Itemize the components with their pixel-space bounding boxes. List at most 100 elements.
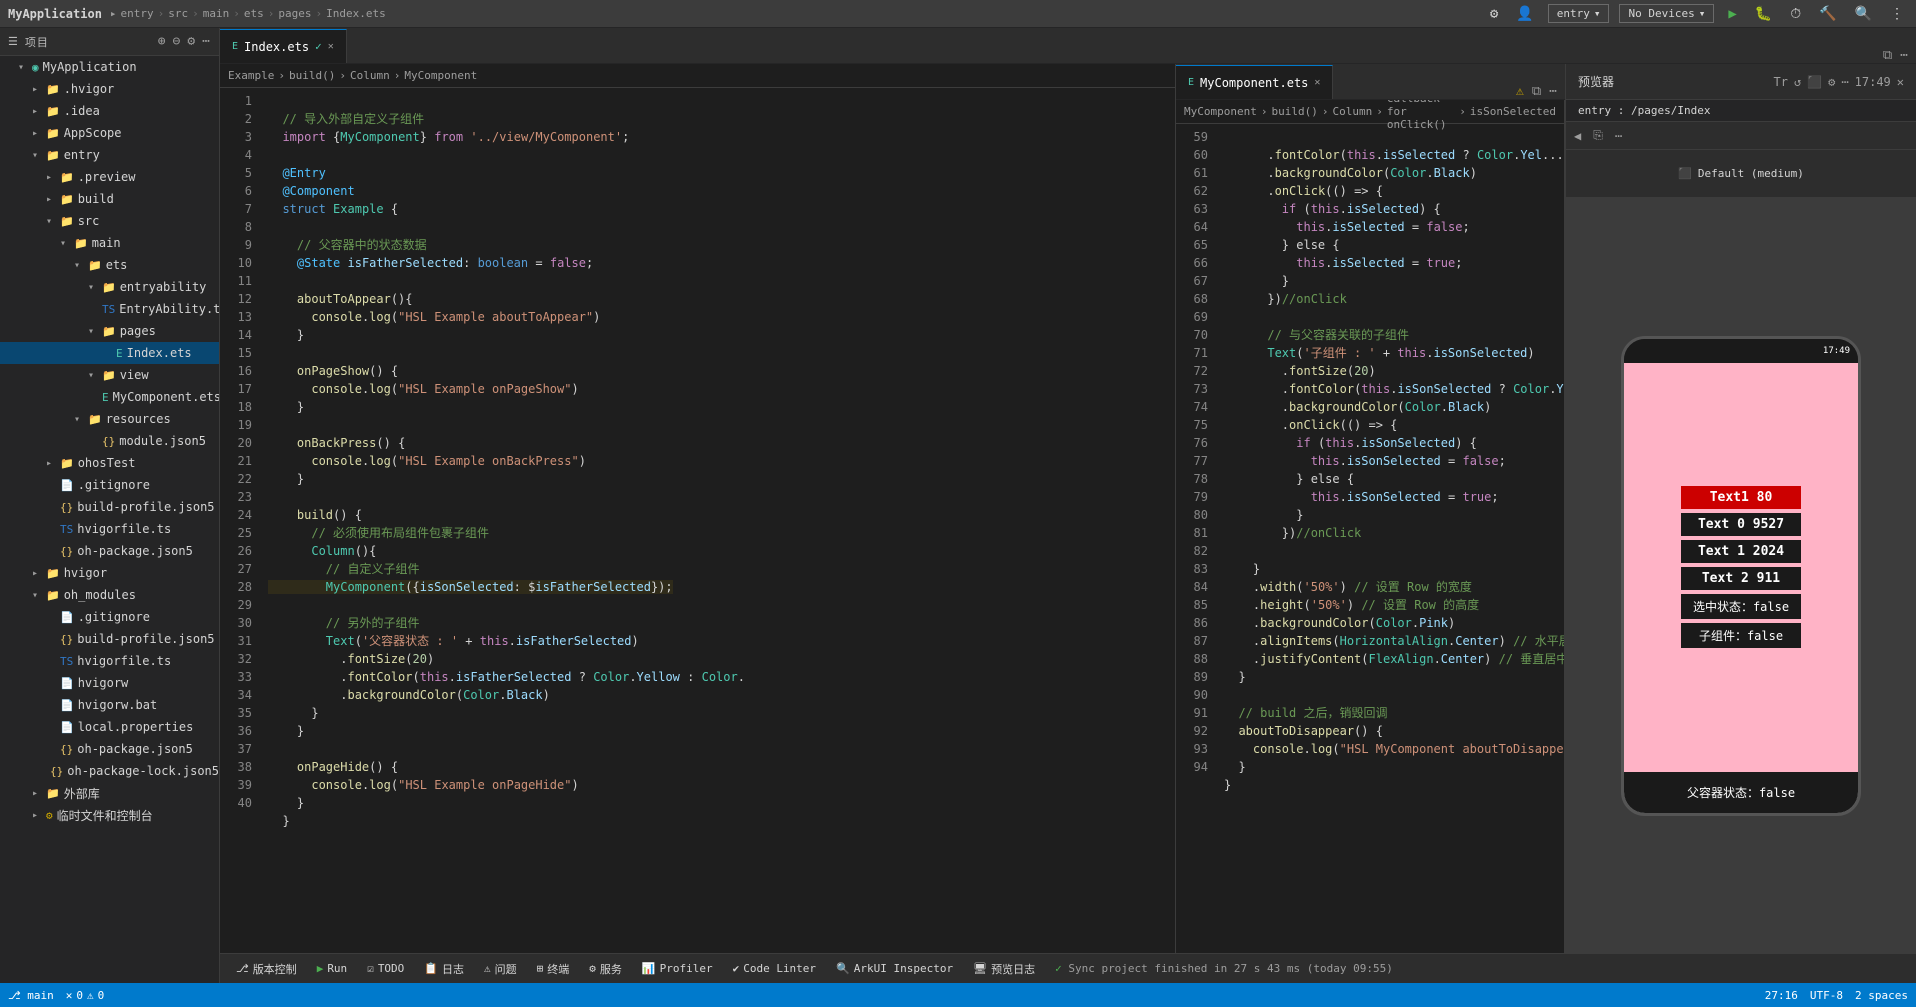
more-icon[interactable]: ⋮	[1886, 4, 1908, 24]
tab-label2: MyComponent.ets	[1200, 76, 1308, 90]
preview-settings-icon[interactable]: ⚙	[1828, 75, 1835, 89]
sidebar-item-hvigor-root[interactable]: ▸ 📁 hvigor	[0, 562, 219, 584]
tab-mycomponent-ets[interactable]: E MyComponent.ets ✕	[1176, 65, 1333, 99]
sidebar-item-temp-files[interactable]: ▸ ⚙ 临时文件和控制台	[0, 804, 219, 826]
version-control-btn[interactable]: ⎇ 版本控制	[228, 959, 305, 979]
entry-dropdown[interactable]: entry ▾	[1548, 4, 1610, 23]
sidebar-item-oh-modules[interactable]: ▾ 📁 oh_modules	[0, 584, 219, 606]
status-errors[interactable]: ✕ 0 ⚠ 0	[66, 989, 105, 1002]
sidebar-item-external-libs[interactable]: ▸ 📁 外部库	[0, 782, 219, 804]
sidebar-item-pages[interactable]: ▾ 📁 pages	[0, 320, 219, 342]
sidebar-header-icons: ⊕ ⊖ ⚙ ⋯	[158, 34, 211, 49]
prev-nav-icon[interactable]: ◀	[1574, 129, 1581, 143]
profile-icon[interactable]: ⏱	[1786, 4, 1805, 24]
sidebar-item-oh-package-lock[interactable]: {} oh-package-lock.json5	[0, 760, 219, 782]
sidebar-item-gitignore[interactable]: 📄 .gitignore	[0, 474, 219, 496]
code-lines-editor1[interactable]: // 导入外部自定义子组件 import {MyComponent} from …	[260, 88, 1175, 953]
search-icon[interactable]: 🔍	[1851, 4, 1876, 24]
tab-index-ets[interactable]: E Index.ets ✓ ✕	[220, 29, 347, 63]
tree-label: oh-package-lock.json5	[67, 764, 219, 778]
status-position[interactable]: 27:16	[1765, 989, 1798, 1002]
sidebar-item-entryability[interactable]: ▾ 📁 entryability	[0, 276, 219, 298]
status-git[interactable]: ⎇ main	[8, 989, 54, 1002]
debug-icon[interactable]: 🐛	[1751, 4, 1776, 24]
sidebar-item-build-profile[interactable]: {} build-profile.json5	[0, 496, 219, 518]
text2-block: Text 1 2024	[1681, 540, 1801, 563]
sidebar-item-root-hvigorfile[interactable]: TS hvigorfile.ts	[0, 650, 219, 672]
sidebar-item-ets[interactable]: ▾ 📁 ets	[0, 254, 219, 276]
sidebar-item-src[interactable]: ▾ 📁 src	[0, 210, 219, 232]
todo-icon: ☑	[367, 962, 374, 975]
preview-log-btn[interactable]: 🖥 预览日志	[965, 959, 1043, 979]
sidebar-item-oh-modules-gitignore[interactable]: 📄 .gitignore	[0, 606, 219, 628]
code-lines-editor2[interactable]: .fontColor(this.isSelected ? Color.Yel..…	[1216, 124, 1564, 953]
run-icon[interactable]: ▶	[1724, 4, 1740, 24]
preview-device-icon[interactable]: ⬛	[1807, 75, 1822, 89]
sidebar-item-entryability-ts[interactable]: TS EntryAbility.ts	[0, 298, 219, 320]
tab-close-icon2[interactable]: ✕	[1314, 77, 1320, 88]
sidebar-item-hvigor[interactable]: ▸ 📁 .hvigor	[0, 78, 219, 100]
sidebar-item-idea[interactable]: ▸ 📁 .idea	[0, 100, 219, 122]
split-icon[interactable]: ⧉	[1883, 48, 1892, 63]
sidebar-item-resources[interactable]: ▾ 📁 resources	[0, 408, 219, 430]
settings-icon[interactable]: ⚙	[1486, 4, 1502, 24]
log-btn[interactable]: 📋 日志	[416, 959, 472, 979]
device-name: Default (medium)	[1698, 167, 1804, 180]
run-btn[interactable]: ▶ Run	[309, 960, 356, 977]
sidebar-item-hvigorw[interactable]: 📄 hvigorw	[0, 672, 219, 694]
arkui-inspector-btn[interactable]: 🔍 ArkUI Inspector	[828, 960, 961, 977]
sidebar-settings-icon[interactable]: ⚙	[187, 34, 196, 49]
sidebar-item-build[interactable]: ▸ 📁 build	[0, 188, 219, 210]
preview-font-icon[interactable]: Tr	[1774, 75, 1788, 89]
sidebar-item-oh-package[interactable]: {} oh-package.json5	[0, 540, 219, 562]
sidebar-item-ohostest[interactable]: ▸ 📁 ohosTest	[0, 452, 219, 474]
preview-close-icon[interactable]: ✕	[1897, 75, 1904, 89]
tab-close-icon[interactable]: ✕	[328, 41, 334, 52]
file-icon: 📄	[60, 611, 74, 624]
status-encoding[interactable]: UTF-8	[1810, 989, 1843, 1002]
issues-btn[interactable]: ⚠ 问题	[476, 959, 525, 979]
more-nav-icon[interactable]: ⋯	[1615, 129, 1622, 143]
sidebar-item-appscope[interactable]: ▸ 📁 AppScope	[0, 122, 219, 144]
sidebar-collapse-icon[interactable]: ⊖	[173, 34, 182, 49]
preview-more-icon[interactable]: ⋯	[1841, 75, 1848, 89]
sidebar-item-hvigorw-bat[interactable]: 📄 hvigorw.bat	[0, 694, 219, 716]
sidebar: ☰ 项目 ⊕ ⊖ ⚙ ⋯ ▾ ◉ MyApplication ▸ 📁 .hvig…	[0, 28, 220, 983]
tree-label: hvigorfile.ts	[77, 654, 171, 668]
status-indent[interactable]: 2 spaces	[1855, 989, 1908, 1002]
profiler-btn[interactable]: 📊 Profiler	[634, 960, 721, 977]
sidebar-item-main[interactable]: ▾ 📁 main	[0, 232, 219, 254]
sidebar-item-module-json5[interactable]: {} module.json5	[0, 430, 219, 452]
sidebar-more-icon[interactable]: ⋯	[202, 34, 211, 49]
sidebar-item-entry[interactable]: ▾ 📁 entry	[0, 144, 219, 166]
tree-arrow: ▾	[88, 282, 102, 293]
build-icon[interactable]: 🔨	[1815, 4, 1840, 24]
more-tab-icon2[interactable]: ⋯	[1549, 84, 1557, 99]
result-btn[interactable]: ⊞ 终端	[529, 959, 578, 979]
code-content-editor2[interactable]: 5960616263 6465666768 6970717273 7475767…	[1176, 124, 1564, 953]
sidebar-item-index-ets[interactable]: E Index.ets	[0, 342, 219, 364]
sidebar-item-hvigorfile[interactable]: TS hvigorfile.ts	[0, 518, 219, 540]
code-content-editor1[interactable]: 12345 678910 1112131415 1617181920 21222…	[220, 88, 1175, 953]
sidebar-item-root-build-profile[interactable]: {} build-profile.json5	[0, 628, 219, 650]
sidebar-item-view[interactable]: ▾ 📁 view	[0, 364, 219, 386]
line-numbers-editor1: 12345 678910 1112131415 1617181920 21222…	[220, 88, 260, 953]
file-json-icon: {}	[102, 435, 115, 448]
more-tab-icon[interactable]: ⋯	[1900, 48, 1908, 63]
copy-icon[interactable]: ⎘	[1593, 128, 1603, 143]
split-icon2[interactable]: ⧉	[1532, 84, 1541, 99]
todo-btn[interactable]: ☑ TODO	[359, 960, 412, 977]
sidebar-item-mycomponent-ets[interactable]: E MyComponent.ets	[0, 386, 219, 408]
user-icon[interactable]: 👤	[1512, 4, 1537, 24]
services-btn[interactable]: ⚙ 服务	[581, 959, 630, 979]
preview-refresh-icon[interactable]: ↺	[1794, 75, 1801, 89]
sidebar-item-root-oh-package[interactable]: {} oh-package.json5	[0, 738, 219, 760]
bc-build2: build()	[1271, 105, 1317, 118]
sidebar-item-local-properties[interactable]: 📄 local.properties	[0, 716, 219, 738]
tree-label: ohosTest	[78, 456, 136, 470]
sidebar-item-myapp[interactable]: ▾ ◉ MyApplication	[0, 56, 219, 78]
sidebar-expand-icon[interactable]: ⊕	[158, 34, 167, 49]
code-linter-btn[interactable]: ✔ Code Linter	[725, 960, 824, 977]
devices-dropdown[interactable]: No Devices ▾	[1619, 4, 1714, 23]
sidebar-item-preview[interactable]: ▸ 📁 .preview	[0, 166, 219, 188]
